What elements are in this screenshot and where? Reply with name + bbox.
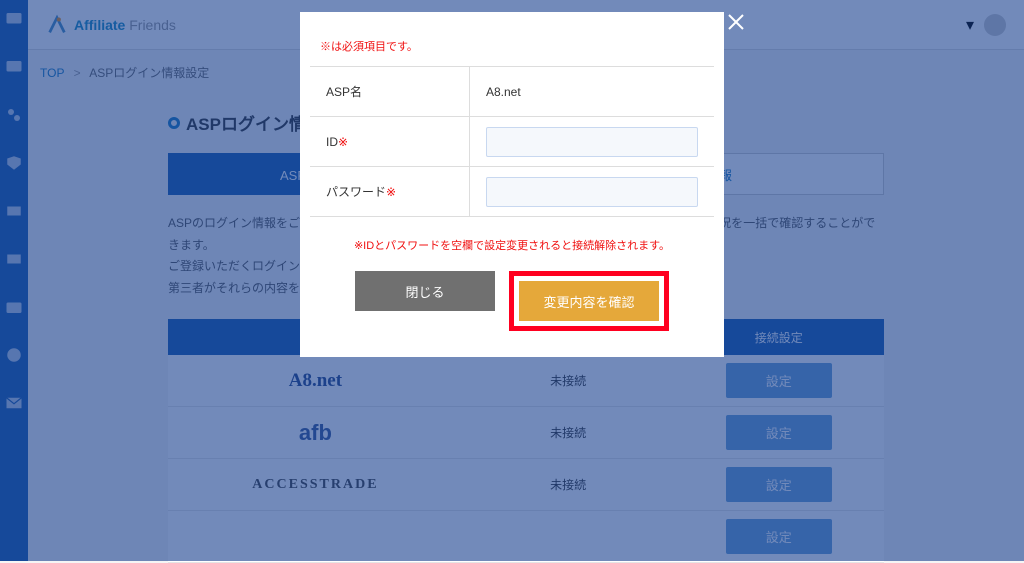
form-row-asp-name: ASP名 A8.net: [310, 67, 714, 117]
close-button[interactable]: 閉じる: [355, 271, 495, 311]
close-icon[interactable]: [724, 10, 748, 34]
warning-text: ※IDとパスワードを空欄で設定変更されると接続解除されます。: [302, 237, 722, 253]
id-input[interactable]: [486, 127, 698, 157]
required-hint: ※は必須項目です。: [320, 38, 722, 54]
password-input[interactable]: [486, 177, 698, 207]
confirm-button[interactable]: 変更内容を確認: [519, 281, 659, 321]
label-id: ID※: [310, 117, 470, 166]
confirm-highlight: 変更内容を確認: [509, 271, 669, 331]
label-password: パスワード※: [310, 167, 470, 216]
modal-actions: 閉じる 変更内容を確認: [302, 271, 722, 331]
modal: ※は必須項目です。 ASP名 A8.net ID※ パスワード※ ※IDとパスワ…: [300, 12, 724, 357]
form-row-password: パスワード※: [310, 167, 714, 217]
value-asp-name: A8.net: [470, 67, 714, 116]
form-table: ASP名 A8.net ID※ パスワード※: [310, 66, 714, 217]
form-row-id: ID※: [310, 117, 714, 167]
label-asp-name: ASP名: [310, 67, 470, 116]
